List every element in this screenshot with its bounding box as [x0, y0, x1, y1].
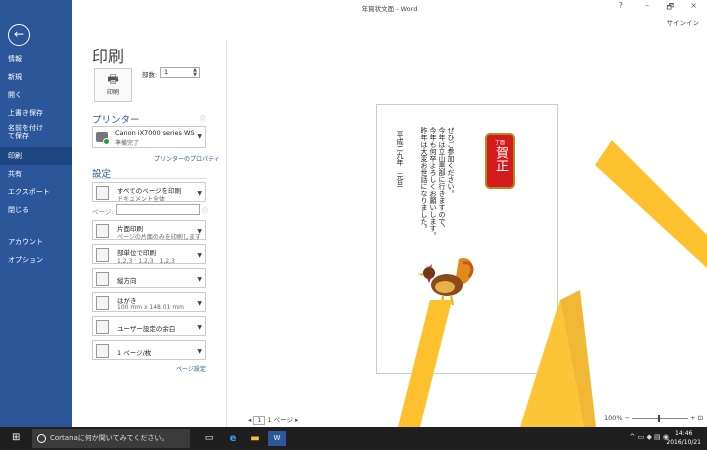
taskbar: ⊞ Cortanaに何か聞いてみてください。 ▭ e ▬ W ^ ▭ ◆ ▤ ◉…: [0, 427, 707, 450]
cortana-search[interactable]: Cortanaに何か聞いてみてください。: [32, 429, 190, 448]
task-view-icon[interactable]: ▭: [202, 431, 216, 446]
clock-date: 2016/10/21: [666, 439, 701, 446]
cortana-icon: [37, 434, 46, 443]
edge-browser-icon[interactable]: e: [226, 431, 240, 446]
yellow-highlight-strokes: [398, 140, 707, 427]
clock[interactable]: 14:46 2016/10/21: [666, 429, 701, 447]
windows-start-icon[interactable]: ⊞: [12, 433, 20, 443]
file-explorer-icon[interactable]: ▬: [248, 431, 262, 446]
clock-time: 14:46: [675, 430, 693, 437]
word-app-icon[interactable]: W: [268, 431, 286, 446]
system-tray-icons[interactable]: ^ ▭ ◆ ▤ ◉: [630, 433, 669, 441]
word-print-backstage: ← 情報 新規 開く 上書き保存 名前を付けて保存 印刷 共有 エクスポート 閉…: [0, 0, 707, 450]
cortana-placeholder: Cortanaに何か聞いてみてください。: [50, 434, 169, 442]
